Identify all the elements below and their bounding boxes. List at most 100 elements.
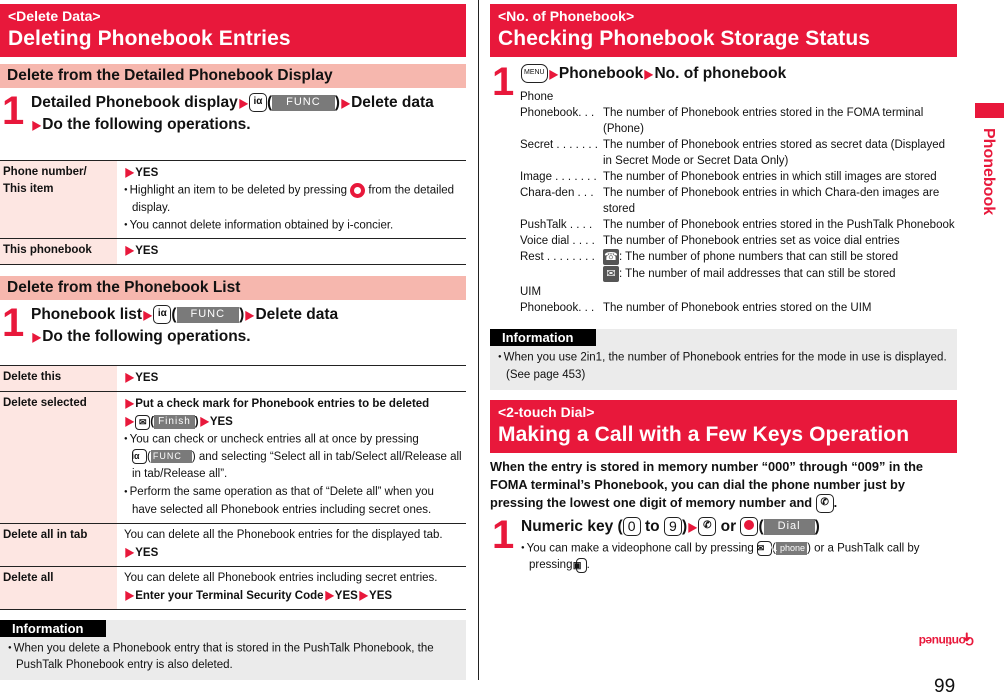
bullet-item: Perform the same operation as that of “D… bbox=[124, 483, 462, 519]
chapter-tab-marker bbox=[975, 103, 1004, 118]
func-softkey: FUNC bbox=[176, 306, 240, 323]
list-item: Phonebook. . . The number of Phonebook en… bbox=[520, 107, 924, 135]
title-kicker: <Delete Data> bbox=[8, 8, 101, 24]
func-softkey: FUNC bbox=[272, 94, 335, 111]
step-menu: 1 MENU ▶Phonebook▶No. of phonebook bbox=[492, 60, 787, 104]
information-box-left: Information When you delete a Phonebook … bbox=[0, 619, 466, 681]
column-divider bbox=[478, 0, 479, 680]
row-label: Delete all in tab bbox=[0, 522, 117, 567]
bullet-item: When you use 2in1, the number of Phonebo… bbox=[490, 347, 957, 384]
center-key-icon bbox=[740, 517, 759, 537]
arrow-icon: ▶ bbox=[125, 165, 134, 179]
information-tag: Information bbox=[0, 619, 106, 637]
section-title-delete-data: <Delete Data> Deleting Phonebook Entries bbox=[0, 4, 466, 57]
arrow-icon: ▶ bbox=[359, 587, 368, 602]
list-item: Secret . . . . . . . The number of Phoneb… bbox=[520, 139, 945, 167]
arrow-icon: ▶ bbox=[200, 414, 209, 429]
dial-softkey: Dial bbox=[763, 518, 815, 535]
arrow-icon: ▶ bbox=[125, 396, 134, 411]
right-column: <No. of Phonebook> Checking Phonebook St… bbox=[490, 4, 957, 574]
arrow-icon: ▶ bbox=[549, 67, 558, 81]
continued-indicator: Continued ➜ bbox=[919, 632, 974, 648]
list-item: Image . . . . . . . The number of Phonebo… bbox=[520, 171, 937, 183]
lead-paragraph: When the entry is stored in memory numbe… bbox=[490, 458, 957, 513]
chapter-tab: Phonebook bbox=[980, 128, 997, 216]
title-kicker: <No. of Phonebook> bbox=[498, 8, 635, 24]
step-phonebook-list: 1 Phonebook list▶ iα(FUNC)▶Delete data ▶D… bbox=[0, 301, 466, 348]
finish-softkey: Finish bbox=[154, 415, 195, 430]
call-key-icon: ✆ bbox=[815, 493, 834, 513]
section-title: Making a Call with a Few Keys Operation bbox=[498, 422, 910, 446]
table-row: Delete all You can delete all Phonebook … bbox=[0, 565, 466, 610]
i-alpha-key-icon: iα bbox=[153, 305, 172, 325]
arrow-icon: ▶ bbox=[125, 243, 134, 258]
step-2-touch-dial: 1 Numeric key (0 to 9)▶✆ or (Dial) You c… bbox=[490, 512, 957, 575]
row-label: Delete all bbox=[0, 565, 117, 610]
bullet-item: When you delete a Phonebook entry that i… bbox=[0, 638, 466, 675]
arrow-icon: ▶ bbox=[644, 67, 654, 81]
arrow-icon: ▶ bbox=[239, 96, 248, 110]
func-softkey: FUNC bbox=[150, 450, 192, 464]
row-label: Delete this bbox=[0, 365, 117, 393]
row-label: Delete selected bbox=[0, 391, 117, 524]
information-box-right: Information When you use 2in1, the numbe… bbox=[490, 329, 957, 390]
bullet-item: You can check or uncheck entries all at … bbox=[124, 431, 462, 483]
i-alpha-key-icon: iα bbox=[248, 93, 267, 113]
mail-icon: ✉ bbox=[603, 266, 619, 283]
menu-key-icon: MENU bbox=[521, 64, 548, 84]
key-0-icon: 0 bbox=[622, 517, 641, 537]
arrow-icon: ▶ bbox=[125, 414, 134, 429]
i-alpha-key-icon: iα bbox=[131, 449, 147, 465]
bullet-item: You can make a videophone call by pressi… bbox=[521, 540, 957, 575]
list-item: Voice dial . . . . The number of Phoneboo… bbox=[520, 235, 900, 247]
pushtalk-key-icon: ▣ bbox=[573, 557, 587, 573]
step-number: 1 bbox=[492, 512, 515, 557]
list-item: Phone bbox=[520, 91, 554, 103]
operations-table-list: Delete this ▶YES Delete selected ▶Put a … bbox=[0, 365, 466, 610]
arrow-icon: ▶ bbox=[143, 308, 152, 323]
section-title-2-touch-dial: <2-touch Dial> Making a Call with a Few … bbox=[490, 399, 957, 453]
arrow-icon: ▶ bbox=[325, 587, 334, 602]
arrow-icon: ▶ bbox=[32, 118, 41, 132]
title-kicker: <2-touch Dial> bbox=[498, 403, 595, 420]
list-item: Phonebook. . . The number of Phonebook en… bbox=[520, 302, 872, 315]
key-9-icon: 9 bbox=[663, 517, 682, 537]
step-number: 1 bbox=[492, 60, 515, 104]
call-key-icon: ✆ bbox=[698, 517, 717, 537]
arrow-icon: ▶ bbox=[341, 96, 350, 110]
information-tag: Information bbox=[490, 329, 596, 347]
bullet-item: You cannot delete information obtained b… bbox=[124, 217, 462, 235]
row-label: This item bbox=[3, 183, 54, 195]
phone-icon: ☎ bbox=[603, 249, 619, 265]
arrow-icon: ▶ bbox=[125, 544, 134, 559]
list-item: UIM bbox=[520, 286, 542, 299]
step-text: Delete data bbox=[351, 94, 434, 111]
list-item: Chara-den . . . The number of Phonebook e… bbox=[520, 187, 940, 215]
mail-key-icon: ✉ bbox=[135, 414, 151, 430]
page-title: Deleting Phonebook Entries bbox=[8, 27, 291, 50]
arrow-icon: ▶ bbox=[688, 519, 697, 534]
step-text: Do the following operations. bbox=[42, 116, 251, 133]
arrow-icon: ▶ bbox=[245, 308, 255, 323]
list-item-rest: Rest . . . . . . . . ☎: The number of ph… bbox=[520, 249, 899, 283]
page-number: 99 bbox=[934, 676, 956, 697]
table-row: Delete all in tab You can delete all the… bbox=[0, 522, 466, 567]
section-title-no-of-phonebook: <No. of Phonebook> Checking Phonebook St… bbox=[490, 4, 957, 57]
row-label: Phone number/ bbox=[3, 166, 87, 178]
row-label: This phonebook bbox=[0, 238, 117, 266]
storage-status-list: Phone Phonebook. . . The number of Phoneb… bbox=[520, 89, 957, 316]
left-column: <Delete Data> Deleting Phonebook Entries… bbox=[0, 4, 466, 681]
arrow-icon: ▶ bbox=[125, 587, 134, 602]
table-row: Delete selected ▶Put a check mark for Ph… bbox=[0, 391, 466, 524]
step-number: 1 bbox=[2, 89, 25, 133]
step-detailed-display: 1 Detailed Phonebook display▶ iα(FUNC)▶De… bbox=[0, 89, 466, 136]
arrow-icon: ▶ bbox=[32, 330, 41, 345]
arrow-icon: ▶ bbox=[125, 370, 134, 385]
operations-table-detailed: Phone number/This item ▶YES Highlight an… bbox=[0, 159, 466, 266]
subheading-phonebook-list: Delete from the Phonebook List bbox=[0, 276, 466, 301]
vphone-softkey: V. phone bbox=[769, 541, 808, 555]
step-text: Detailed Phonebook display bbox=[31, 94, 238, 111]
step-number: 1 bbox=[2, 301, 25, 346]
bullet-item: Highlight an item to be deleted by press… bbox=[124, 182, 462, 217]
table-row: This phonebook ▶YES bbox=[0, 238, 466, 266]
